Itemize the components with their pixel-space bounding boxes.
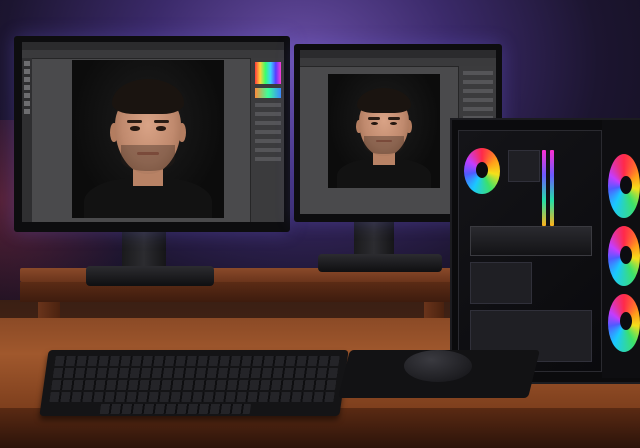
left-monitor xyxy=(14,36,290,232)
left-monitor-base xyxy=(86,266,214,286)
panel-row[interactable] xyxy=(255,112,281,116)
monitor-shelf-front xyxy=(20,282,460,302)
image-canvas[interactable] xyxy=(328,74,440,188)
fan-hub xyxy=(476,162,488,178)
right-panels[interactable] xyxy=(250,58,284,222)
options-bar[interactable] xyxy=(22,50,284,59)
panel-row[interactable] xyxy=(255,139,281,143)
panel-row[interactable] xyxy=(463,107,493,111)
cpu-cooler xyxy=(508,150,540,182)
panel-row[interactable] xyxy=(463,89,493,93)
panel-row[interactable] xyxy=(255,148,281,152)
key-row[interactable] xyxy=(52,368,339,378)
panel-row[interactable] xyxy=(463,80,493,84)
lasso-tool-icon[interactable] xyxy=(24,77,30,82)
panel-row[interactable] xyxy=(463,71,493,75)
portrait-stubble xyxy=(363,135,405,154)
move-tool-icon[interactable] xyxy=(24,61,30,66)
tools-panel[interactable] xyxy=(22,58,32,222)
panel-row[interactable] xyxy=(255,121,281,125)
fan-hub xyxy=(620,176,632,194)
rgb-ram-stick xyxy=(550,150,554,226)
brush-tool-icon[interactable] xyxy=(24,93,30,98)
color-swatches-panel[interactable] xyxy=(255,62,281,84)
right-monitor-base xyxy=(318,254,442,272)
panel-row[interactable] xyxy=(255,157,281,161)
keyboard[interactable] xyxy=(39,350,349,416)
spacebar-row[interactable] xyxy=(99,404,252,414)
panel-row[interactable] xyxy=(255,130,281,134)
left-monitor-screen[interactable] xyxy=(22,42,284,222)
key-row[interactable] xyxy=(51,380,337,390)
portrait-mouth xyxy=(137,151,159,155)
portrait-brow-left xyxy=(126,120,142,124)
portrait-brow-right xyxy=(154,120,170,124)
motherboard-component xyxy=(470,262,532,304)
rgb-ram-stick xyxy=(542,150,546,226)
key-row[interactable] xyxy=(49,392,335,402)
eraser-tool-icon[interactable] xyxy=(24,101,30,106)
mouse[interactable] xyxy=(404,350,472,382)
portrait-brow-right xyxy=(388,117,400,120)
swatch-row[interactable] xyxy=(255,88,281,98)
panel-row[interactable] xyxy=(463,98,493,102)
panel-row[interactable] xyxy=(255,103,281,107)
crop-tool-icon[interactable] xyxy=(24,85,30,90)
portrait-brow-left xyxy=(368,117,380,120)
graphics-card xyxy=(470,226,592,256)
key-row[interactable] xyxy=(54,356,340,366)
portrait-stubble xyxy=(120,145,176,171)
menu-bar[interactable] xyxy=(22,42,284,50)
fan-hub xyxy=(620,246,632,264)
image-canvas[interactable] xyxy=(72,60,224,218)
marquee-tool-icon[interactable] xyxy=(24,69,30,74)
fan-hub xyxy=(620,312,632,330)
menu-bar[interactable] xyxy=(300,50,496,58)
text-tool-icon[interactable] xyxy=(24,109,30,114)
